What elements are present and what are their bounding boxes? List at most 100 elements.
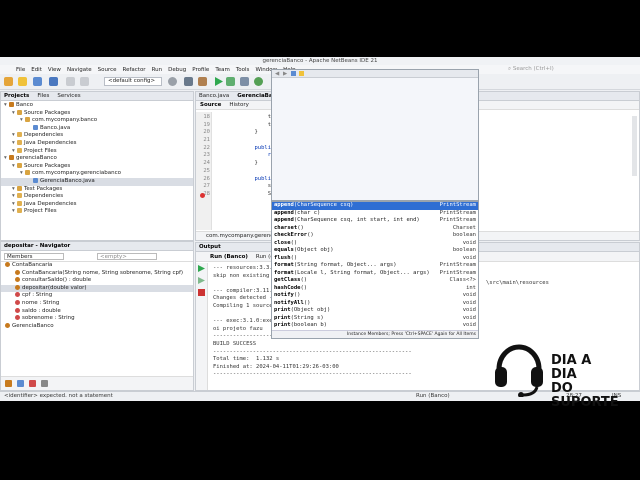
tab-services[interactable]: Services xyxy=(57,93,80,99)
menu-profile[interactable]: Profile xyxy=(192,67,209,73)
navigator-title[interactable]: depositar - Navigator xyxy=(4,243,70,249)
menu-source[interactable]: Source xyxy=(98,67,117,73)
settings-icon[interactable] xyxy=(168,77,177,86)
tree-node[interactable]: GerenciaBanco.java xyxy=(1,177,193,186)
completion-method-name: print xyxy=(274,314,291,321)
clean-build-icon[interactable] xyxy=(198,77,207,86)
completion-item[interactable]: checkError() boolean xyxy=(272,232,478,240)
tree-node[interactable]: Banco.java xyxy=(1,124,193,133)
open-project-icon[interactable] xyxy=(33,77,42,86)
tree-node[interactable]: ▾ com.mycompany.gerenciabanco xyxy=(1,170,193,178)
build-icon[interactable] xyxy=(184,77,193,86)
completion-item[interactable]: print(boolean b) void xyxy=(272,322,478,330)
completion-item[interactable]: charset() Charset xyxy=(272,225,478,233)
run-banco-tab[interactable]: Run (Banco) xyxy=(210,254,248,260)
menu-refactor[interactable]: Refactor xyxy=(123,67,146,73)
completion-item[interactable]: getClass() Class<?> xyxy=(272,277,478,285)
debug-icon[interactable] xyxy=(226,77,235,86)
navigator-item[interactable]: cpf : String xyxy=(1,292,193,300)
filter-nonpublic-icon[interactable] xyxy=(29,380,36,387)
navigator-item[interactable]: ContaBancaria xyxy=(1,262,193,270)
members-select[interactable]: Members xyxy=(4,253,64,260)
menu-debug[interactable]: Debug xyxy=(168,67,186,73)
tree-node[interactable]: ▾ Project Files xyxy=(1,208,193,216)
new-file-icon[interactable] xyxy=(18,77,27,86)
tree-node[interactable]: ▾ Project Files xyxy=(1,147,193,156)
editor-subtab-history[interactable]: History xyxy=(229,102,249,108)
stop-icon[interactable] xyxy=(198,289,205,296)
completion-item[interactable]: append(CharSequence csq) PrintStream xyxy=(272,202,478,210)
rerun-options-icon[interactable] xyxy=(198,277,205,284)
completion-item[interactable]: notify() void xyxy=(272,292,478,300)
tree-node[interactable]: ▾ Source Packages xyxy=(1,109,193,118)
tree-node[interactable]: ▾ Java Dependencies xyxy=(1,139,193,148)
menu-edit[interactable]: Edit xyxy=(31,67,42,73)
tree-node[interactable]: ▾ gerenciaBanco xyxy=(1,155,193,163)
open-doc-icon[interactable] xyxy=(291,71,296,76)
tree-node[interactable]: ▾ com.mycompany.banco xyxy=(1,117,193,125)
editor-tab[interactable]: Banco.java xyxy=(199,93,229,99)
memory-icon[interactable] xyxy=(254,77,263,86)
menu-file[interactable]: File xyxy=(16,67,25,73)
tree-node-label: GerenciaBanco.java xyxy=(40,177,95,184)
undo-icon[interactable] xyxy=(66,77,75,86)
completion-signature: flush() xyxy=(274,255,297,263)
sort-icon[interactable] xyxy=(41,380,48,387)
filter-select[interactable]: <empty> xyxy=(97,253,157,260)
line-number: 18 xyxy=(203,114,210,120)
editor-scrollbar[interactable] xyxy=(632,116,637,176)
save-all-icon[interactable] xyxy=(49,77,58,86)
back-arrow-icon[interactable]: ◀ xyxy=(275,71,279,77)
tree-node[interactable]: ▾ Test Packages xyxy=(1,185,193,194)
completion-item[interactable]: append(CharSequence csq, int start, int … xyxy=(272,217,478,225)
output-tab[interactable]: Output xyxy=(199,244,221,250)
completion-item[interactable]: hashCode() int xyxy=(272,285,478,293)
tree-node[interactable]: ▾ Banco xyxy=(1,102,193,110)
editor-subtab-source[interactable]: Source xyxy=(200,102,221,108)
navigator-item[interactable]: GerenciaBanco xyxy=(1,322,193,331)
logo-line1: DIA A DIA xyxy=(551,353,592,382)
completion-item[interactable]: close() void xyxy=(272,240,478,248)
menu-run[interactable]: Run xyxy=(152,67,163,73)
navigator-item[interactable]: consultarSaldo() : double xyxy=(1,277,193,285)
new-project-icon[interactable] xyxy=(4,77,13,86)
menu-team[interactable]: Team xyxy=(215,67,230,73)
menu-navigate[interactable]: Navigate xyxy=(67,67,92,73)
open-browser-icon[interactable] xyxy=(299,71,304,76)
completion-item[interactable]: equals(Object obj) boolean xyxy=(272,247,478,255)
tab-files[interactable]: Files xyxy=(37,93,49,99)
filter-static-icon[interactable] xyxy=(17,380,24,387)
completion-item[interactable]: flush() void xyxy=(272,255,478,263)
config-select[interactable]: <default config> xyxy=(104,77,162,86)
navigator-item[interactable]: ContaBancaria(String nome, String sobren… xyxy=(1,269,193,278)
completion-item[interactable]: format(Locale l, String format, Object..… xyxy=(272,270,478,278)
tree-node[interactable]: ▾ Source Packages xyxy=(1,162,193,171)
line-text: } xyxy=(228,160,258,167)
search-icon: ⌕ xyxy=(508,66,512,72)
status-run[interactable]: Run (Banco) xyxy=(416,392,450,401)
forward-arrow-icon[interactable]: ▶ xyxy=(283,71,287,77)
navigator-item[interactable]: sobrenome : String xyxy=(1,315,193,323)
navigator-item[interactable]: saldo : double xyxy=(1,307,193,316)
tree-node-label: Dependencies xyxy=(24,132,64,139)
redo-icon[interactable] xyxy=(80,77,89,86)
navigator-item[interactable]: depositar(double valor) xyxy=(1,284,193,293)
navigator-item[interactable]: nome : String xyxy=(1,299,193,308)
tree-node[interactable]: ▾ Java Dependencies xyxy=(1,200,193,209)
rerun-icon[interactable] xyxy=(198,265,205,272)
completion-item[interactable]: print(Object obj) void xyxy=(272,307,478,315)
filter-fields-icon[interactable] xyxy=(5,380,12,387)
search-input[interactable]: Search (Ctrl+I) xyxy=(513,66,554,72)
completion-item[interactable]: append(char c) PrintStream xyxy=(272,210,478,218)
completion-item[interactable]: format(String format, Object... args) Pri… xyxy=(272,262,478,270)
completion-item[interactable]: notifyAll() void xyxy=(272,300,478,308)
tree-node[interactable]: ▾ Dependencies xyxy=(1,193,193,201)
tab-projects[interactable]: Projects xyxy=(4,93,29,99)
menu-view[interactable]: View xyxy=(48,67,61,73)
profile-icon[interactable] xyxy=(240,77,249,86)
menu-tools[interactable]: Tools xyxy=(236,67,250,73)
search-box[interactable]: ⌕ Search (Ctrl+I) xyxy=(508,66,628,73)
completion-item[interactable]: print(String s) void xyxy=(272,315,478,323)
run-icon[interactable] xyxy=(214,77,223,86)
tree-node[interactable]: ▾ Dependencies xyxy=(1,132,193,140)
